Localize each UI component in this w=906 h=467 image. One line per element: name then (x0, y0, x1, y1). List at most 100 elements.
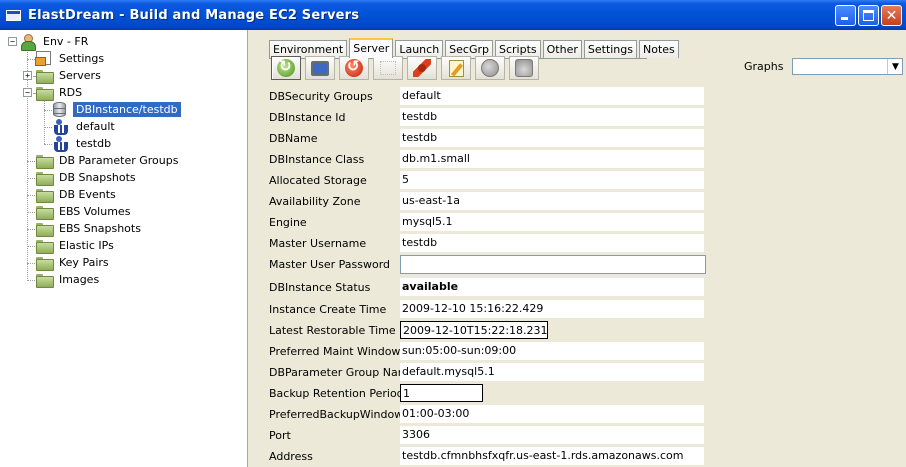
tree-item-label: testdb (76, 137, 112, 150)
settings-icon (35, 51, 51, 66)
tree-item-ebs-volumes[interactable]: EBS Volumes (36, 203, 133, 220)
folder-icon (36, 70, 54, 84)
tab-notes[interactable]: Notes (639, 40, 679, 58)
field-label: Availability Zone (269, 195, 361, 208)
tree-item-db-parameter-groups[interactable]: DB Parameter Groups (36, 152, 181, 169)
parameter-group-icon (53, 119, 68, 135)
expand-servers-button[interactable]: + (23, 71, 32, 80)
graphs-label: Graphs (744, 60, 784, 73)
master-user-password-input[interactable] (400, 255, 706, 274)
tree-item-key-pairs[interactable]: Key Pairs (36, 254, 112, 271)
refresh-button[interactable] (271, 56, 301, 80)
field-value: testdb (400, 108, 704, 126)
minimize-icon (841, 17, 848, 20)
field-value: 5 (400, 171, 704, 189)
field-value: default (400, 87, 704, 105)
tree-connector (27, 178, 35, 179)
edit-icon (448, 59, 464, 77)
field-db-instance-status: DBInstance Status available (269, 278, 709, 299)
title-bar[interactable]: ElastDream - Build and Manage EC2 Server… (0, 0, 906, 30)
field-value: default.mysql5.1 (400, 363, 704, 381)
field-value: db.m1.small (400, 150, 704, 168)
folder-icon (36, 189, 54, 203)
tree-item-testdb[interactable]: testdb (53, 135, 114, 152)
tree-item-default[interactable]: default (53, 118, 118, 135)
tree-item-label: EBS Volumes (59, 205, 131, 218)
field-value: mysql5.1 (400, 213, 704, 231)
blank-icon (380, 61, 396, 75)
tab-settings[interactable]: Settings (583, 40, 637, 58)
tab-server[interactable]: Server (349, 38, 394, 58)
tree-connector (44, 110, 52, 111)
maximize-button[interactable] (858, 5, 879, 26)
database-icon (53, 102, 66, 117)
folder-icon (36, 155, 54, 169)
field-label: Address (269, 450, 313, 463)
field-address: Address testdb.cfmnbhsfxqfr.us-east-1.rd… (269, 447, 709, 467)
close-button[interactable]: ✕ (881, 5, 902, 26)
graphs-control: Graphs ▼ (744, 58, 904, 75)
field-preferred-maint-window: Preferred Maint Window sun:05:00-sun:09:… (269, 342, 709, 363)
tree-item-label: Elastic IPs (59, 239, 114, 252)
disabled-action-button[interactable] (475, 56, 505, 80)
field-label: DBParameter Group Name (269, 366, 416, 379)
detail-panel: Environment Server Launch SecGrp Scripts… (249, 30, 906, 467)
disabled-record-icon (515, 59, 533, 77)
folder-icon (36, 172, 54, 186)
tree-item-db-events[interactable]: DB Events (36, 186, 119, 203)
tree-item-env[interactable]: Env - FR (20, 33, 91, 51)
field-value: testdb (400, 234, 704, 252)
tree-item-settings[interactable]: Settings (35, 50, 107, 67)
chevron-down-icon[interactable]: ▼ (887, 59, 903, 74)
connect-button[interactable] (305, 56, 335, 80)
tab-other[interactable]: Other (542, 40, 582, 58)
tree-item-db-snapshots[interactable]: DB Snapshots (36, 169, 139, 186)
field-label: Latest Restorable Time (269, 324, 396, 337)
field-value: 01:00-03:00 (400, 405, 704, 423)
collapse-env-button[interactable]: − (8, 37, 17, 46)
field-value: testdb (400, 129, 704, 147)
folder-icon (36, 240, 54, 254)
tree-item-label: default (76, 120, 115, 133)
disabled-record-button[interactable] (509, 56, 539, 80)
maximize-icon (863, 10, 874, 21)
field-label: Allocated Storage (269, 174, 367, 187)
window-controls: ✕ (835, 5, 902, 26)
folder-icon (36, 223, 54, 237)
field-label: Master Username (269, 237, 367, 250)
disabled-action-icon (481, 59, 499, 77)
tree-item-servers[interactable]: Servers (36, 67, 104, 84)
graphs-dropdown[interactable]: ▼ (792, 58, 904, 75)
collapse-rds-button[interactable]: − (23, 88, 32, 97)
user-icon (20, 34, 36, 51)
reboot-button[interactable] (339, 56, 369, 80)
tree-item-images[interactable]: Images (36, 271, 102, 288)
backup-retention-period-input[interactable]: 1 (400, 384, 483, 402)
tree-item-ebs-snapshots[interactable]: EBS Snapshots (36, 220, 144, 237)
tree-item-dbinstance-testdb[interactable]: DBInstance/testdb (53, 101, 181, 118)
field-label: Preferred Maint Window (269, 345, 401, 358)
minimize-button[interactable] (835, 5, 856, 26)
reboot-icon (345, 57, 363, 77)
field-label: Engine (269, 216, 307, 229)
field-availability-zone: Availability Zone us-east-1a (269, 192, 709, 213)
terminate-button[interactable] (407, 56, 437, 80)
tree-item-label: Servers (59, 69, 101, 82)
latest-restorable-time-input[interactable]: 2009-12-10T15:22:18.231Z (400, 321, 548, 339)
navigation-tree: − + − Env - FR Settings Servers RDS DBIn… (0, 30, 248, 467)
field-value: sun:05:00-sun:09:00 (400, 342, 704, 360)
folder-icon (36, 206, 54, 220)
tree-item-rds[interactable]: RDS (36, 84, 85, 101)
field-label: DBInstance Status (269, 281, 371, 294)
tree-item-label: Images (59, 273, 100, 286)
field-backup-retention-period: Backup Retention Period 1 (269, 384, 709, 405)
edit-button[interactable] (441, 56, 471, 80)
tree-item-elastic-ips[interactable]: Elastic IPs (36, 237, 117, 254)
blank-button[interactable] (373, 56, 403, 80)
plug-icon (413, 59, 431, 77)
tree-connector (27, 280, 35, 281)
field-preferred-backup-window: PreferredBackupWindow 01:00-03:00 (269, 405, 709, 426)
tree-item-label: DBInstance/testdb (73, 102, 181, 117)
field-master-username: Master Username testdb (269, 234, 709, 255)
tree-connector (44, 127, 52, 128)
